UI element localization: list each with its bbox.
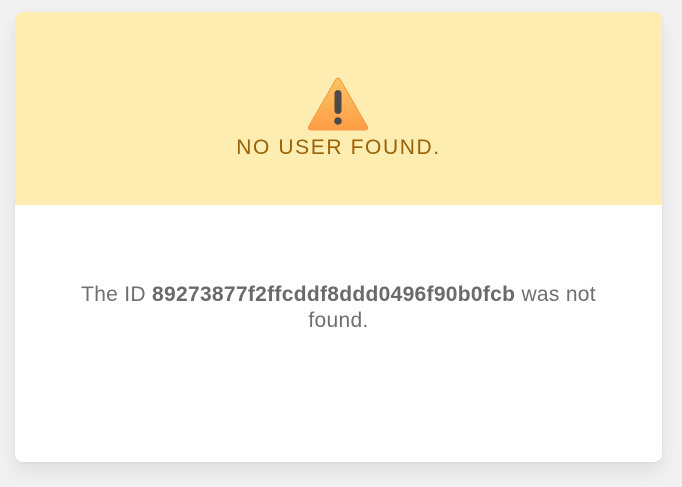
message-prefix: The ID [81,283,146,306]
not-found-card: NO USER FOUND. The ID 89273877f2ffcddf8d… [15,12,662,462]
user-id: 89273877f2ffcddf8ddd0496f90b0fcb [152,283,516,306]
banner-title: NO USER FOUND. [236,136,441,159]
warning-icon [307,77,369,131]
error-message: The ID 89273877f2ffcddf8ddd0496f90b0fcb … [55,282,622,334]
warning-banner: NO USER FOUND. [15,12,662,205]
